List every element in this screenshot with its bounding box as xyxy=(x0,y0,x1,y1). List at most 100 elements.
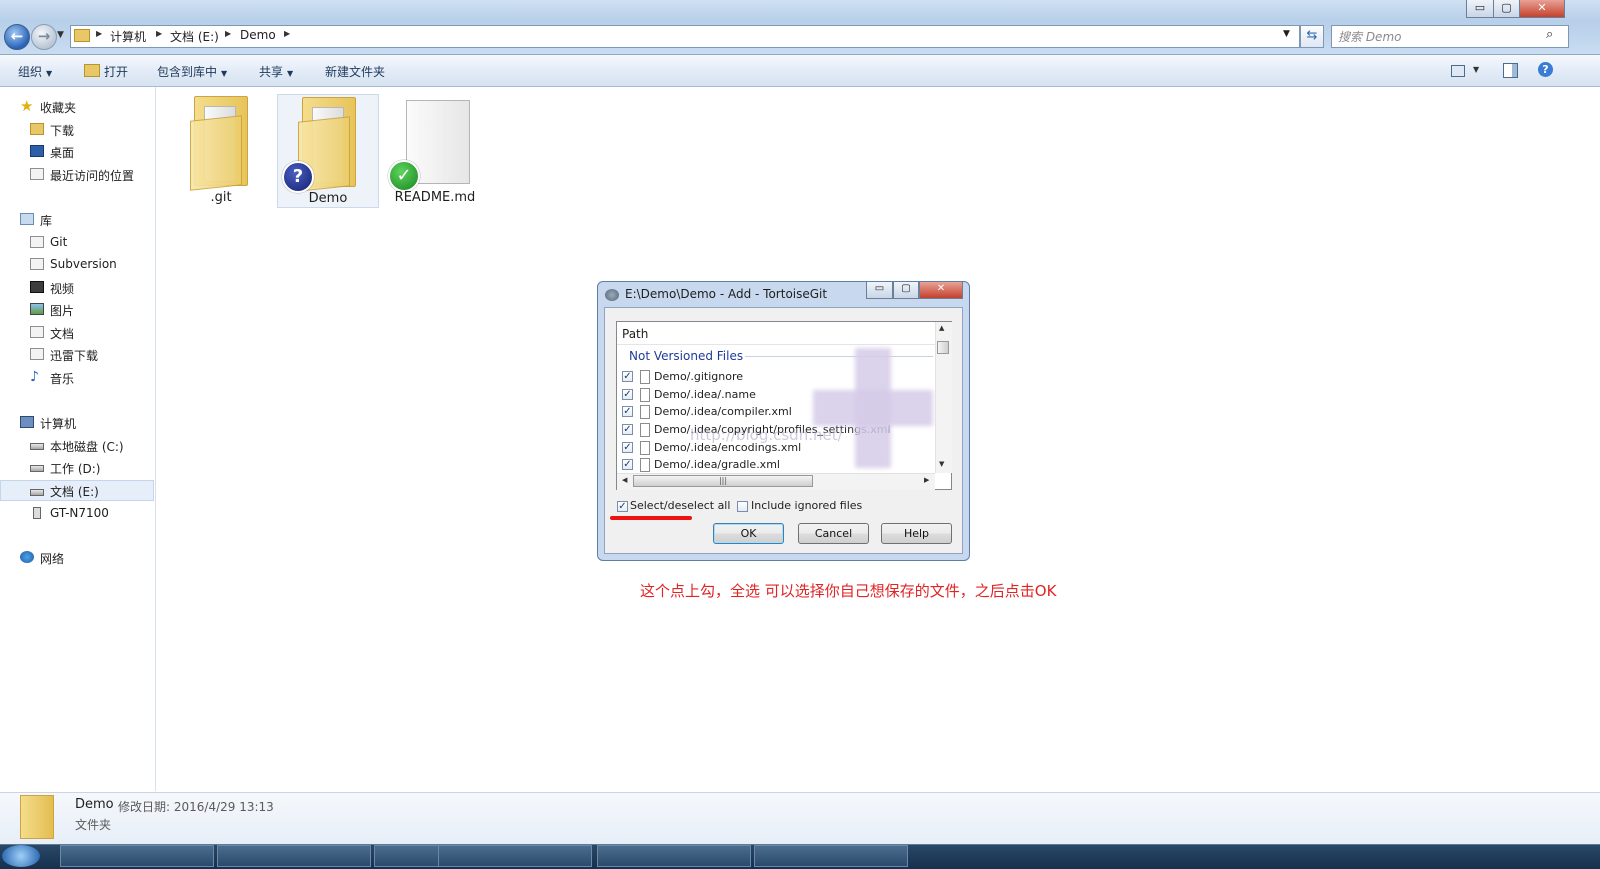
breadcrumb-separator-icon[interactable]: ▶ xyxy=(225,29,231,38)
row-checkbox[interactable]: ✓ xyxy=(622,459,633,470)
include-in-library-label: 包含到库中 xyxy=(157,65,218,79)
file-item-demo-folder[interactable]: ? Demo xyxy=(277,94,379,208)
computer-icon xyxy=(20,416,34,428)
taskbar-button[interactable] xyxy=(597,845,751,867)
cancel-button[interactable]: Cancel xyxy=(798,523,869,544)
row-path: Demo/.idea/.name xyxy=(654,388,756,401)
breadcrumb-separator-icon[interactable]: ▶ xyxy=(156,29,162,38)
row-checkbox[interactable]: ✓ xyxy=(622,442,633,453)
select-all-label[interactable]: Select/deselect all xyxy=(630,499,730,512)
forward-button[interactable]: → xyxy=(31,24,57,50)
row-checkbox[interactable]: ✓ xyxy=(622,406,633,417)
column-header[interactable] xyxy=(617,322,935,345)
dialog-close-button[interactable]: ✕ xyxy=(919,282,963,299)
select-all-checkbox[interactable]: ✓ xyxy=(617,501,628,512)
file-name: Demo xyxy=(308,191,348,206)
preview-pane-icon[interactable] xyxy=(1503,63,1518,78)
nav-libraries[interactable]: 库 xyxy=(0,209,154,230)
breadcrumb-computer[interactable]: 计算机 xyxy=(110,28,146,45)
taskbar-button[interactable] xyxy=(438,845,592,867)
column-header-path[interactable]: Path xyxy=(622,327,648,341)
nav-item-music[interactable]: ♪ 音乐 xyxy=(0,367,154,388)
folder-front-graphic xyxy=(190,115,242,191)
dialog-maximize-button[interactable]: ▢ xyxy=(893,282,919,299)
nav-item-label: 文档 (E:) xyxy=(50,485,99,499)
start-button[interactable] xyxy=(2,845,40,867)
file-item-git-folder[interactable]: .git xyxy=(170,94,272,208)
include-ignored-label[interactable]: Include ignored files xyxy=(751,499,862,512)
include-in-library-button[interactable]: 包含到库中 ▼ xyxy=(157,63,227,80)
maximize-button[interactable]: ▢ xyxy=(1493,0,1520,18)
close-button[interactable]: ✕ xyxy=(1519,0,1565,18)
file-icon xyxy=(640,423,650,437)
chevron-down-icon: ▼ xyxy=(287,69,294,78)
organize-label: 组织 xyxy=(18,65,43,79)
help-button[interactable]: Help xyxy=(881,523,952,544)
nav-item-drive-d[interactable]: 工作 (D:) xyxy=(0,457,154,478)
file-item-readme[interactable]: ✓ README.md xyxy=(384,94,486,208)
network-globe-icon xyxy=(20,551,34,563)
scroll-down-arrow-icon[interactable]: ▼ xyxy=(939,460,944,468)
nav-item-label: 迅雷下载 xyxy=(50,349,99,363)
breadcrumb-separator-icon[interactable]: ▶ xyxy=(96,29,102,38)
taskbar-button[interactable] xyxy=(754,845,908,867)
breadcrumb-drive-e[interactable]: 文档 (E:) xyxy=(170,28,219,45)
breadcrumb-separator-icon[interactable]: ▶ xyxy=(284,29,290,38)
scroll-left-arrow-icon[interactable]: ◀ xyxy=(622,476,627,484)
chevron-down-icon: ▼ xyxy=(46,69,53,78)
red-underline-annotation xyxy=(610,516,692,520)
nav-item-subversion[interactable]: Subversion xyxy=(0,254,154,275)
include-ignored-checkbox[interactable] xyxy=(737,501,748,512)
star-icon: ★ xyxy=(20,97,34,115)
nav-item-pictures[interactable]: 图片 xyxy=(0,299,154,320)
nav-favorites[interactable]: ★ 收藏夹 xyxy=(0,96,154,117)
nav-item-drive-c[interactable]: 本地磁盘 (C:) xyxy=(0,435,154,456)
new-folder-button[interactable]: 新建文件夹 xyxy=(325,63,385,80)
vertical-scroll-thumb[interactable] xyxy=(937,341,949,354)
nav-item-recent-places[interactable]: 最近访问的位置 xyxy=(0,164,154,185)
nav-item-desktop[interactable]: 桌面 xyxy=(0,141,154,162)
annotation-text: 这个点上勾，全选 可以选择你自己想保存的文件，之后点击OK xyxy=(640,582,1057,600)
organize-menu-button[interactable]: 组织 ▼ xyxy=(18,63,52,80)
nav-item-thunder-downloads[interactable]: 迅雷下载 xyxy=(0,344,154,365)
change-view-icon[interactable] xyxy=(1451,65,1465,77)
back-arrow-icon: ← xyxy=(10,27,24,45)
nav-computer[interactable]: 计算机 xyxy=(0,412,154,433)
share-button[interactable]: 共享 ▼ xyxy=(259,63,293,80)
nav-item-downloads[interactable]: 下载 xyxy=(0,119,154,140)
folder-icon xyxy=(20,795,54,839)
nav-network[interactable]: 网络 xyxy=(0,547,154,568)
row-checkbox[interactable]: ✓ xyxy=(622,389,633,400)
taskbar-button[interactable] xyxy=(217,845,371,867)
details-name: Demo xyxy=(75,797,114,812)
picture-icon xyxy=(30,303,44,315)
help-icon[interactable]: ? xyxy=(1538,62,1553,77)
search-icon[interactable]: ⌕ xyxy=(1546,27,1553,42)
refresh-button[interactable]: ⇆ xyxy=(1300,25,1324,48)
open-button[interactable]: 打开 xyxy=(104,63,128,80)
horizontal-scroll-thumb[interactable]: ||| xyxy=(633,475,813,487)
dialog-minimize-button[interactable]: ▭ xyxy=(866,282,893,299)
address-history-dropdown-icon[interactable]: ▼ xyxy=(1283,29,1290,39)
recent-pages-dropdown-icon[interactable]: ▼ xyxy=(57,30,64,40)
minimize-button[interactable]: ▭ xyxy=(1466,0,1494,18)
library-icon xyxy=(30,236,44,248)
nav-item-documents[interactable]: 文档 xyxy=(0,322,154,343)
ok-button[interactable]: OK xyxy=(713,523,784,544)
scroll-up-arrow-icon[interactable]: ▲ xyxy=(939,324,944,332)
nav-item-videos[interactable]: 视频 xyxy=(0,277,154,298)
taskbar-button[interactable] xyxy=(60,845,214,867)
nav-item-drive-e[interactable]: 文档 (E:) xyxy=(0,480,154,501)
nav-item-gt-n7100[interactable]: GT-N7100 xyxy=(0,503,154,524)
row-checkbox[interactable]: ✓ xyxy=(622,371,633,382)
nav-item-git[interactable]: Git xyxy=(0,232,154,253)
watermark-text: http://blog.csdn.net/ xyxy=(690,426,843,444)
file-icon xyxy=(640,370,650,384)
desktop-icon xyxy=(30,145,44,157)
nav-item-label: 最近访问的位置 xyxy=(50,169,135,183)
row-checkbox[interactable]: ✓ xyxy=(622,424,633,435)
breadcrumb-demo[interactable]: Demo xyxy=(240,28,276,42)
scroll-right-arrow-icon[interactable]: ▶ xyxy=(924,476,929,484)
view-options-dropdown-icon[interactable]: ▼ xyxy=(1473,65,1479,74)
back-button[interactable]: ← xyxy=(4,24,30,50)
